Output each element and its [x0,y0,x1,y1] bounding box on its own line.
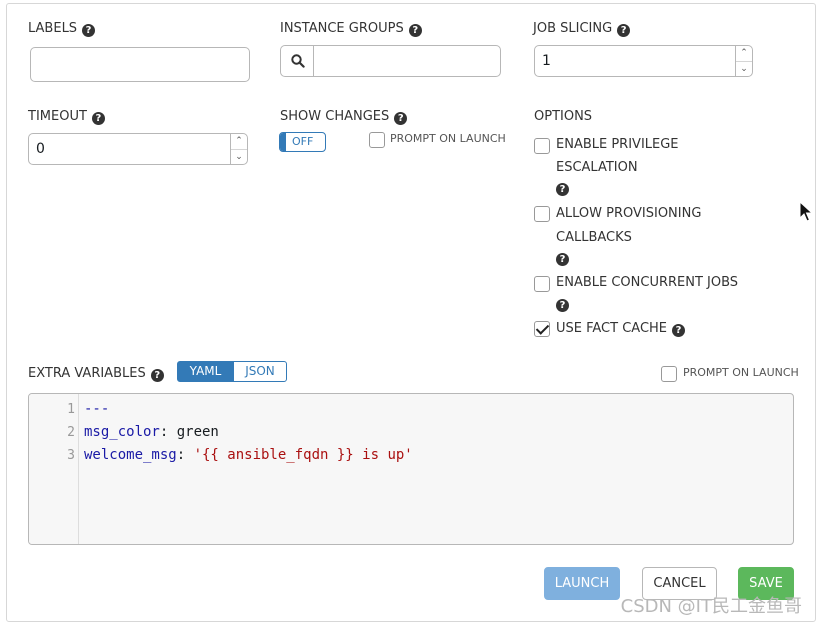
show-changes-toggle[interactable]: OFF [279,132,326,152]
line-number: 1 [67,402,75,417]
labels-help-icon[interactable]: ? [82,24,96,37]
provisioning-callbacks-help-icon[interactable]: ? [556,253,569,266]
code-line: --- [84,401,110,417]
show-changes-help-icon[interactable]: ? [394,112,408,125]
fact-cache-help-icon[interactable]: ? [672,324,686,337]
show-changes-label: SHOW CHANGES? [280,109,408,125]
job-slicing-help-icon[interactable]: ? [617,24,631,37]
instance-groups-input[interactable] [280,45,501,77]
code-line: msg_color: green [84,424,219,440]
options-label: OPTIONS [534,109,593,124]
yaml-mode-button[interactable]: YAML [177,361,234,382]
mouse-pointer-icon [799,201,813,222]
chevron-up-icon[interactable]: ⌃ [736,46,752,61]
launch-button[interactable]: LAUNCH [544,567,620,600]
enable-privilege-escalation-label-2: ESCALATION [556,160,638,175]
json-mode-button[interactable]: JSON [233,361,287,382]
line-number: 3 [67,448,75,463]
instance-groups-search-button[interactable] [281,46,314,76]
allow-provisioning-callbacks-label: ALLOW PROVISIONING [556,206,702,221]
enable-concurrent-jobs-label: ENABLE CONCURRENT JOBS [556,275,739,290]
extra-variables-label: EXTRA VARIABLES? [28,366,164,382]
enable-privilege-escalation-label: ENABLE PRIVILEGE [556,137,679,152]
code-line: welcome_msg: '{{ ansible_fqdn }} is up' [84,447,413,463]
allow-provisioning-callbacks-checkbox[interactable] [534,206,550,222]
chevron-down-icon[interactable]: ⌄ [736,61,752,76]
privilege-escalation-help-icon[interactable]: ? [556,183,569,196]
watermark: CSDN @IT民工金鱼哥 [620,596,802,617]
use-fact-cache-checkbox[interactable] [534,321,550,337]
editor-gutter: 1 2 3 [29,394,79,544]
extra-variables-editor[interactable]: 1 2 3 --- msg_color: green welcome_msg: … [28,393,794,545]
chevron-up-icon[interactable]: ⌃ [231,134,247,149]
job-slicing-input[interactable]: 1 ⌃ ⌄ [534,45,753,77]
enable-privilege-escalation-checkbox[interactable] [534,138,550,154]
labels-input[interactable] [30,47,250,82]
use-fact-cache-label: USE FACT CACHE? [556,317,686,340]
job-slicing-label: JOB SLICING? [533,21,631,37]
extra-variables-help-icon[interactable]: ? [150,369,164,382]
allow-provisioning-callbacks-label-2: CALLBACKS [556,230,632,245]
show-changes-prompt-checkbox[interactable] [369,132,385,148]
enable-concurrent-jobs-checkbox[interactable] [534,276,550,292]
timeout-help-icon[interactable]: ? [91,112,105,125]
concurrent-jobs-help-icon[interactable]: ? [556,299,569,312]
instance-groups-help-icon[interactable]: ? [408,24,422,37]
instance-groups-label: INSTANCE GROUPS? [280,21,422,37]
line-number: 2 [67,425,75,440]
chevron-down-icon[interactable]: ⌄ [231,149,247,164]
job-slicing-spinner[interactable]: ⌃ ⌄ [735,46,752,76]
extra-variables-prompt-checkbox[interactable] [661,366,677,382]
extra-variables-prompt-label: PROMPT ON LAUNCH [683,366,799,379]
timeout-label: TIMEOUT? [28,109,105,125]
labels-label: LABELS? [28,21,96,37]
timeout-spinner[interactable]: ⌃ ⌄ [230,134,247,164]
search-icon [291,54,305,68]
show-changes-prompt-label: PROMPT ON LAUNCH [390,132,506,145]
timeout-input[interactable]: 0 ⌃ ⌄ [28,133,248,165]
